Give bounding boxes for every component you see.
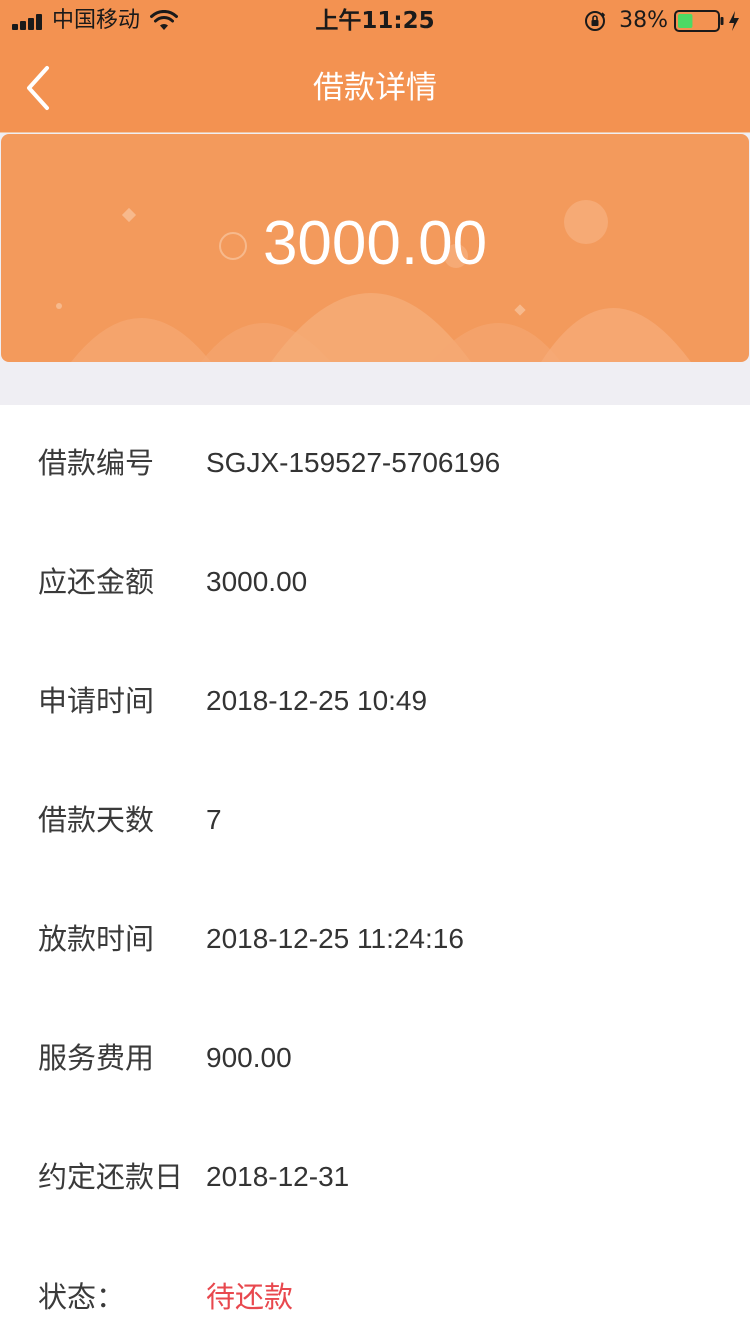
detail-row-status: 状态： 待还款 <box>0 1267 750 1327</box>
detail-value: 2018-12-25 10:49 <box>206 685 428 716</box>
detail-label: 借款编号 <box>38 446 155 480</box>
detail-label: 状态： <box>38 1280 126 1314</box>
charging-bolt-icon <box>729 11 739 31</box>
detail-row-disbursement-time: 放款时间 2018-12-25 11:24:16 <box>0 909 750 969</box>
amount-card: 3000.00 <box>1 134 749 362</box>
detail-row-service-fee: 服务费用 900.00 <box>0 1028 750 1088</box>
loan-amount: 3000.00 <box>262 209 488 278</box>
detail-value: 900.00 <box>206 1042 292 1073</box>
status-bar-right: 38% <box>583 8 740 34</box>
detail-value: 3000.00 <box>206 566 308 597</box>
navigation-bar: 借款详情 <box>0 40 750 133</box>
status-badge: 待还款 <box>206 1280 294 1314</box>
detail-label: 放款时间 <box>38 922 155 956</box>
detail-value: 2018-12-25 11:24:16 <box>206 923 464 954</box>
detail-row-due-date: 约定还款日 2018-12-31 <box>0 1147 750 1207</box>
detail-label: 应还金额 <box>38 565 155 599</box>
detail-label: 申请时间 <box>38 684 155 718</box>
detail-row-apply-time: 申请时间 2018-12-25 10:49 <box>0 671 750 731</box>
detail-value: 7 <box>206 804 222 835</box>
detail-row-loan-days: 借款天数 7 <box>0 790 750 850</box>
hero-section: 3000.00 <box>0 133 750 405</box>
detail-label: 借款天数 <box>38 803 155 837</box>
detail-value: SGJX-159527-5706196 <box>206 447 501 478</box>
battery-percent: 38% <box>619 8 668 33</box>
orientation-lock-icon <box>585 11 606 31</box>
detail-label: 服务费用 <box>38 1041 155 1075</box>
detail-label: 约定还款日 <box>38 1160 184 1194</box>
page-title: 借款详情 <box>313 70 437 106</box>
detail-value: 2018-12-31 <box>206 1161 350 1192</box>
battery-icon <box>674 10 724 32</box>
status-bar: 中国移动 上午11:25 38% <box>0 0 750 40</box>
detail-row-amount-due: 应还金额 3000.00 <box>0 552 750 612</box>
detail-row-loan-number: 借款编号 SGJX-159527-5706196 <box>0 433 750 493</box>
